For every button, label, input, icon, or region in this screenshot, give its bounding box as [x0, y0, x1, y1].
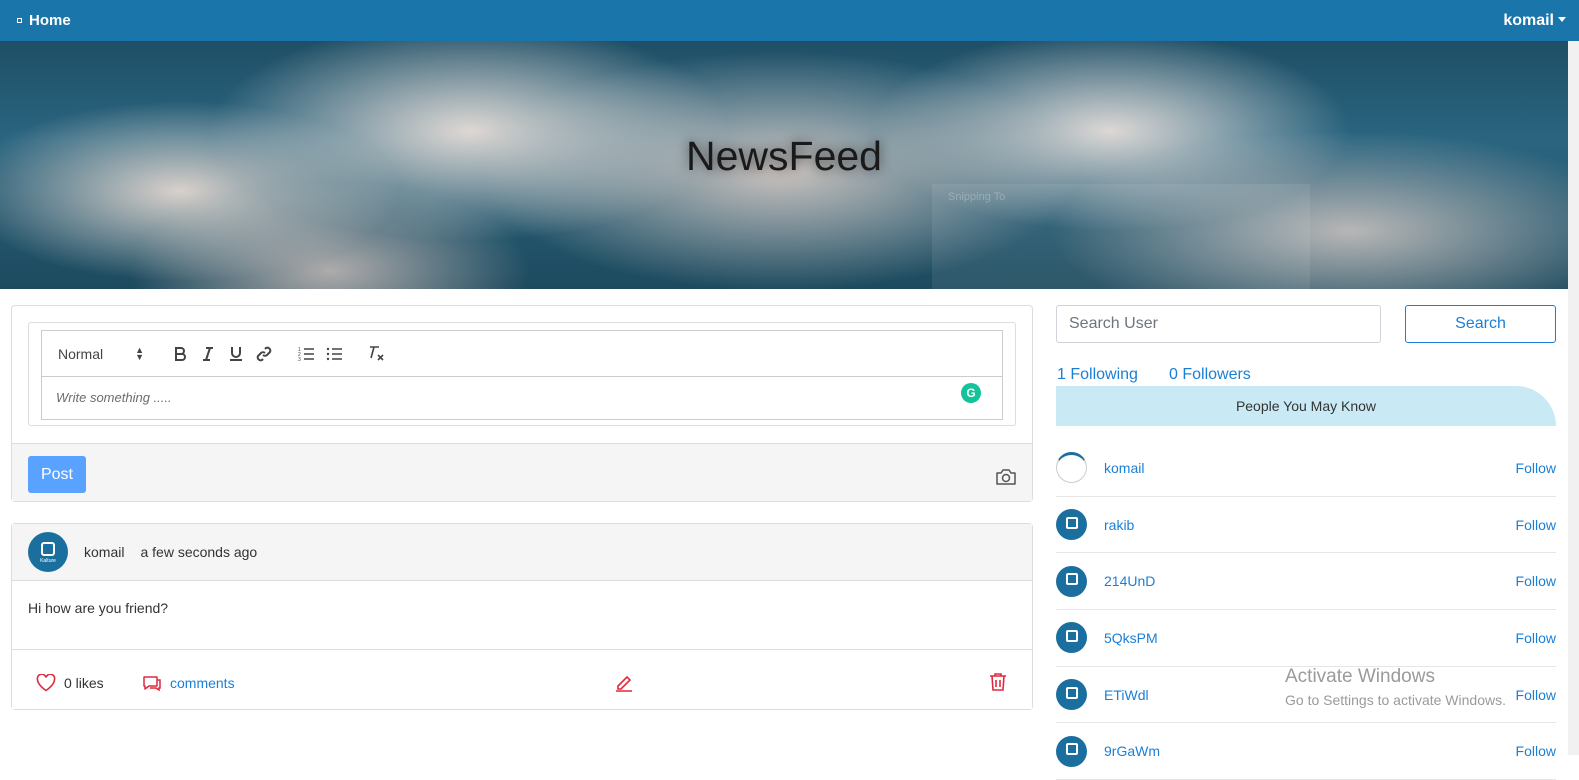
kalture-logo-icon — [1065, 516, 1078, 529]
home-icon — [17, 18, 22, 23]
editor-toolbar: Normal ▲ ▼ 123 — [41, 330, 1003, 377]
italic-button[interactable] — [194, 342, 222, 366]
page-title: NewsFeed — [686, 133, 882, 179]
post-text-area[interactable]: Write something ..... G — [41, 377, 1003, 420]
watermark-subtitle: Go to Settings to activate Windows. — [1285, 692, 1506, 708]
comments-label: comments — [170, 675, 235, 691]
follow-button[interactable]: Follow — [1516, 573, 1556, 589]
clear-format-button[interactable] — [362, 342, 390, 366]
follow-button[interactable]: Follow — [1516, 460, 1556, 476]
comments-link[interactable]: comments — [142, 674, 235, 692]
person-name[interactable]: 214UnD — [1104, 573, 1155, 589]
link-icon — [256, 346, 272, 361]
watermark-title: Activate Windows — [1285, 666, 1435, 687]
rich-text-editor: Normal ▲ ▼ 123 Write something ..... G — [28, 322, 1016, 426]
bold-icon — [175, 346, 186, 361]
people-you-may-know-heading: People You May Know — [1056, 386, 1556, 426]
person-name[interactable]: rakib — [1104, 517, 1134, 533]
select-arrows-icon: ▲ ▼ — [135, 344, 144, 362]
snipping-tool-label: Snipping To — [948, 191, 1006, 203]
bold-button[interactable] — [166, 342, 194, 366]
bullet-list-button[interactable] — [320, 342, 348, 366]
post-button[interactable]: Post — [28, 456, 86, 493]
like-button[interactable]: 0 likes — [36, 674, 104, 692]
home-link[interactable]: Home — [17, 12, 71, 29]
caret-down-icon — [1558, 17, 1566, 22]
post-card: Kalture komail a few seconds ago Hi how … — [11, 523, 1033, 710]
edit-icon[interactable] — [614, 672, 634, 692]
heart-icon — [36, 674, 56, 692]
user-menu-label: komail — [1503, 11, 1554, 29]
list-item: komail Follow — [1056, 440, 1556, 497]
page-scrollbar[interactable] — [1568, 41, 1579, 755]
person-name[interactable]: ETiWdl — [1104, 687, 1149, 703]
list-item: rakib Follow — [1056, 497, 1556, 554]
post-placeholder: Write something ..... — [56, 390, 172, 405]
top-navbar: Home komail — [0, 0, 1579, 41]
home-label: Home — [29, 12, 71, 29]
list-item: 9rGaWm Follow — [1056, 723, 1556, 780]
user-menu-dropdown[interactable]: komail — [1503, 12, 1566, 30]
svg-text:3: 3 — [298, 357, 301, 361]
kalture-logo-icon — [1065, 573, 1078, 586]
kalture-logo-icon — [1065, 743, 1078, 756]
follow-button[interactable]: Follow — [1516, 630, 1556, 646]
avatar[interactable] — [1056, 735, 1087, 767]
ordered-list-button[interactable]: 123 — [292, 342, 320, 366]
trash-icon[interactable] — [989, 672, 1007, 692]
avatar[interactable] — [1056, 622, 1087, 654]
kalture-logo-icon — [41, 542, 55, 556]
search-button[interactable]: Search — [1405, 305, 1556, 343]
avatar[interactable] — [1056, 565, 1087, 597]
ordered-list-icon: 123 — [298, 347, 314, 361]
avatar[interactable] — [1056, 452, 1087, 484]
grammarly-icon[interactable]: G — [961, 383, 981, 403]
new-post-card: Normal ▲ ▼ 123 Write something ..... G P… — [11, 305, 1033, 502]
activate-windows-watermark: Activate Windows Go to Settings to activ… — [1285, 666, 1506, 708]
person-name[interactable]: 5QksPM — [1104, 630, 1158, 646]
format-select[interactable]: Normal ▲ ▼ — [58, 344, 144, 362]
underline-button[interactable] — [222, 342, 250, 366]
post-author: komail — [84, 544, 125, 560]
list-item: 5QksPM Follow — [1056, 610, 1556, 667]
comment-icon — [143, 676, 161, 692]
person-name[interactable]: komail — [1104, 460, 1144, 476]
underline-icon — [230, 347, 242, 361]
follow-button[interactable]: Follow — [1516, 687, 1556, 703]
post-header: Kalture komail a few seconds ago — [12, 524, 1032, 581]
follow-button[interactable]: Follow — [1516, 743, 1556, 759]
avatar[interactable] — [1056, 679, 1087, 711]
format-select-value: Normal — [58, 345, 104, 362]
search-user-input[interactable] — [1056, 305, 1381, 343]
people-list: komail Follow rakib Follow 214UnD Follow… — [1056, 440, 1556, 780]
link-button[interactable] — [250, 342, 278, 366]
likes-count: 0 likes — [64, 675, 104, 691]
hero-banner: Snipping To NewsFeed — [0, 41, 1568, 289]
avatar[interactable] — [1056, 509, 1087, 541]
clear-format-icon — [370, 346, 384, 361]
kalture-logo-icon — [1065, 629, 1078, 642]
kalture-logo-icon — [1065, 686, 1078, 699]
camera-icon[interactable] — [995, 468, 1017, 486]
new-post-footer: Post — [12, 443, 1032, 501]
avatar-text: Kalture — [40, 558, 56, 564]
follow-button[interactable]: Follow — [1516, 517, 1556, 533]
post-body: Hi how are you friend? — [28, 600, 169, 616]
italic-icon — [203, 346, 213, 361]
followers-link[interactable]: 0 Followers — [1169, 366, 1251, 384]
post-timestamp: a few seconds ago — [140, 544, 258, 560]
bullet-list-icon — [326, 347, 342, 360]
list-item: 214UnD Follow — [1056, 553, 1556, 611]
following-link[interactable]: 1 Following — [1057, 366, 1138, 384]
avatar[interactable]: Kalture — [28, 532, 68, 572]
post-actions: 0 likes comments — [12, 649, 1032, 709]
person-name[interactable]: 9rGaWm — [1104, 743, 1160, 759]
